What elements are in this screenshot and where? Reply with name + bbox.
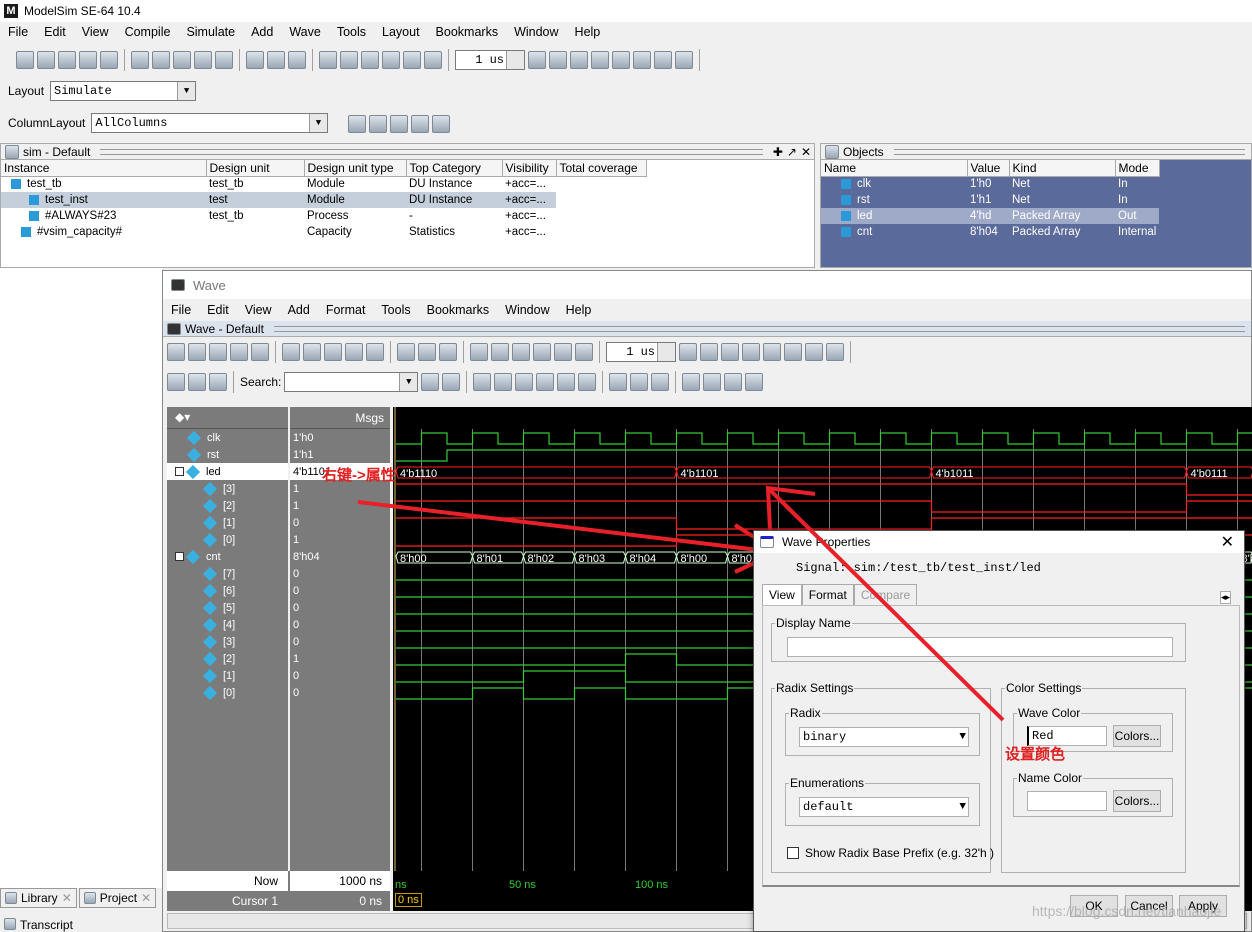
enumerations-label: Enumerations <box>790 776 865 790</box>
radix-select[interactable]: binary ▼ <box>799 727 969 747</box>
dialog-icon <box>760 536 774 548</box>
radix-label: Radix <box>790 706 821 720</box>
tab-format[interactable]: Format <box>801 584 854 605</box>
chevron-down-icon[interactable]: ▼ <box>959 731 966 743</box>
enumerations-select[interactable]: default ▼ <box>799 797 969 817</box>
watermark: https://blog.csdn.net/tianhaojie <box>1032 903 1222 919</box>
wave-colors-button[interactable]: Colors... <box>1113 725 1161 747</box>
signal-path: Signal: sim:/test_tb/test_inst/led <box>796 561 1041 575</box>
tab-scroll-arrows[interactable]: ◂▸ <box>1220 591 1232 604</box>
dialog-title: Wave Properties <box>782 535 871 549</box>
view-tab-page: Display Name Radix Settings Radix binary… <box>762 605 1240 887</box>
chevron-down-icon[interactable]: ▼ <box>959 801 966 813</box>
wave-properties-dialog: Wave Properties ✕ Signal: sim:/test_tb/te… <box>753 530 1245 932</box>
name-color-input[interactable] <box>1027 791 1107 811</box>
close-icon[interactable]: ✕ <box>1221 532 1244 552</box>
dialog-tabs: View Format Compare <box>762 584 918 605</box>
tab-view[interactable]: View <box>762 584 802 605</box>
name-colors-button[interactable]: Colors... <box>1113 790 1161 812</box>
annotation-set-color: 设置颜色 <box>1005 746 1066 763</box>
annotation-right-click: 右键->属性 <box>322 467 396 484</box>
name-color-label: Name Color <box>1018 771 1083 785</box>
display-name-label: Display Name <box>776 616 851 630</box>
wave-color-label: Wave Color <box>1018 706 1081 720</box>
radix-settings-label: Radix Settings <box>776 681 854 695</box>
radix-prefix-checkbox[interactable] <box>787 847 799 859</box>
radix-prefix-label: Show Radix Base Prefix (e.g. 32'h ) <box>805 846 995 860</box>
display-name-input[interactable] <box>787 637 1173 657</box>
tab-compare[interactable]: Compare <box>853 584 918 605</box>
color-settings-label: Color Settings <box>1006 681 1082 695</box>
